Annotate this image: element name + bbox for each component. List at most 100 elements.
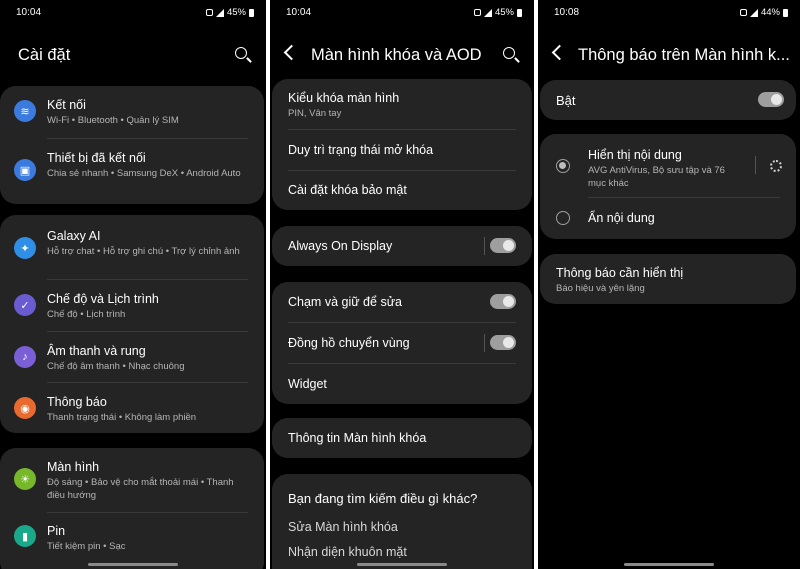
- keep-unlocked-item[interactable]: Duy trì trạng thái mở khóa: [272, 130, 532, 170]
- signal-icon: [749, 8, 758, 17]
- alarm-icon: [473, 9, 481, 16]
- home-indicator[interactable]: [357, 563, 447, 566]
- settings-item-connections[interactable]: ≋ Kết nối Wi-Fi • Bluetooth • Quản lý SI…: [0, 86, 264, 138]
- settings-item-label: Thông báo: [47, 395, 107, 409]
- widget-item[interactable]: Widget: [272, 364, 532, 404]
- settings-item-sub: Chia sẻ nhanh • Samsung DeX • Android Au…: [47, 168, 241, 179]
- status-time: 10:04: [16, 7, 42, 18]
- secure-lock-label: Cài đặt khóa bảo mật: [288, 183, 407, 197]
- show-content-option[interactable]: Hiển thị nội dung AVG AntiVirus, Bộ sưu …: [540, 134, 796, 196]
- devices-icon: ▣: [14, 159, 36, 181]
- sun-icon: ☀: [14, 468, 36, 490]
- lock-screen-settings-screen: 10:04 45% Màn hình khóa và AOD Kiểu khóa…: [270, 0, 534, 569]
- settings-item-label: Thiết bị đã kết nối: [47, 151, 146, 165]
- home-indicator[interactable]: [624, 563, 714, 566]
- settings-item-sound[interactable]: ♪ Âm thanh và rung Chế độ âm thanh • Nhạ…: [0, 332, 264, 382]
- settings-item-label: Âm thanh và rung: [47, 344, 146, 358]
- secure-lock-item[interactable]: Cài đặt khóa bảo mật: [272, 171, 532, 210]
- master-toggle[interactable]: [758, 92, 784, 107]
- hide-content-radio[interactable]: [556, 211, 570, 225]
- battery-icon: [783, 8, 788, 17]
- show-content-radio[interactable]: [556, 159, 570, 173]
- settings-item-sub: Wi-Fi • Bluetooth • Quản lý SIM: [47, 115, 179, 126]
- master-toggle-row[interactable]: Bật: [540, 80, 796, 120]
- alarm-icon: [205, 9, 213, 16]
- settings-item-sub: Thanh trạng thái • Không làm phiền: [47, 412, 197, 423]
- back-icon[interactable]: [283, 44, 300, 61]
- content-options-group: Hiển thị nội dung AVG AntiVirus, Bộ sưu …: [540, 134, 796, 239]
- settings-item-modes[interactable]: ✓ Chế độ và Lịch trình Chế độ • Lịch trì…: [0, 280, 264, 330]
- status-time: 10:04: [286, 7, 312, 18]
- settings-item-sub: Chế độ • Lịch trình: [47, 309, 126, 320]
- settings-group-features: ✦ Galaxy AI Hỗ trợ chat • Hỗ trợ ghi chú…: [0, 215, 264, 433]
- show-content-sub: AVG AntiVirus, Bộ sưu tập và 76 mục khác: [588, 165, 725, 189]
- settings-item-sub: Tiết kiệm pin • Sạc: [47, 541, 126, 552]
- aod-toggle[interactable]: [490, 238, 516, 253]
- settings-item-battery[interactable]: ▮ Pin Tiết kiệm pin • Sạc: [0, 513, 264, 563]
- check-circle-icon: ✓: [14, 294, 36, 316]
- search-icon[interactable]: [235, 47, 247, 59]
- settings-item-connected-devices[interactable]: ▣ Thiết bị đã kết nối Chia sẻ nhanh • Sa…: [0, 139, 264, 203]
- status-bar: 10:04 45%: [270, 6, 534, 20]
- tap-hold-toggle[interactable]: [490, 294, 516, 309]
- notif-to-show-item[interactable]: Thông báo cần hiển thị Báo hiệu và yên l…: [540, 254, 796, 304]
- settings-item-label: Galaxy AI: [47, 229, 101, 243]
- aod-label: Always On Display: [288, 239, 393, 253]
- lock-type-sub: PIN, Vân tay: [288, 108, 342, 119]
- lock-type-label: Kiểu khóa màn hình: [288, 91, 400, 105]
- battery-percent: 45%: [494, 7, 514, 18]
- hide-content-label: Ẩn nội dung: [588, 211, 655, 225]
- settings-item-label: Pin: [47, 524, 66, 538]
- back-icon[interactable]: [551, 44, 568, 61]
- settings-item-notifications[interactable]: ◉ Thông báo Thanh trạng thái • Không làm…: [0, 383, 264, 433]
- lock-info-label: Thông tin Màn hình khóa: [288, 431, 427, 445]
- on-label: Bật: [556, 93, 576, 108]
- settings-group-connections: ≋ Kết nối Wi-Fi • Bluetooth • Quản lý SI…: [0, 86, 264, 204]
- settings-item-label: Màn hình: [47, 460, 100, 474]
- settings-item-label: Chế độ và Lịch trình: [47, 292, 159, 306]
- aod-item[interactable]: Always On Display: [272, 226, 532, 266]
- home-indicator[interactable]: [88, 563, 178, 566]
- page-title: Thông báo trên Màn hình k...: [578, 46, 790, 64]
- settings-item-display[interactable]: ☀ Màn hình Độ sáng • Bảo vệ cho mắt thoả…: [0, 448, 264, 512]
- battery-percent: 45%: [226, 7, 246, 18]
- lock-notifications-screen: 10:08 44% Thông báo trên Màn hình k... B…: [538, 0, 800, 569]
- lock-group: Kiểu khóa màn hình PIN, Vân tay Duy trì …: [272, 79, 532, 210]
- keep-unlocked-label: Duy trì trạng thái mở khóa: [288, 143, 434, 157]
- lock-extras-group: Chạm và giữ để sửa Đồng hồ chuyển vùng W…: [272, 282, 532, 404]
- face-recognition-link[interactable]: Nhận diện khuôn mặt: [288, 545, 407, 559]
- battery-icon: [517, 8, 522, 17]
- settings-item-sub: Độ sáng • Bảo vệ cho mắt thoải mái • Tha…: [47, 477, 234, 501]
- settings-item-sub: Chế độ âm thanh • Nhạc chuông: [47, 361, 185, 372]
- notif-to-show-label: Thông báo cần hiển thị: [556, 266, 684, 280]
- lock-info-item[interactable]: Thông tin Màn hình khóa: [272, 418, 532, 458]
- status-time: 10:08: [554, 7, 580, 18]
- suggestions-heading: Bạn đang tìm kiếm điều gì khác?: [288, 491, 478, 506]
- hide-content-option[interactable]: Ẩn nội dung: [540, 198, 796, 238]
- roaming-clock-toggle[interactable]: [490, 335, 516, 350]
- page-title: Cài đặt: [18, 46, 71, 64]
- search-icon[interactable]: [503, 47, 515, 59]
- settings-item-label: Kết nối: [47, 98, 86, 112]
- edit-lock-link[interactable]: Sửa Màn hình khóa: [288, 520, 398, 534]
- roaming-clock-label: Đồng hồ chuyển vùng: [288, 336, 410, 350]
- suggestions-card: Bạn đang tìm kiếm điều gì khác? Sửa Màn …: [272, 474, 532, 569]
- battery-percent: 44%: [760, 7, 780, 18]
- page-title: Màn hình khóa và AOD: [311, 46, 482, 64]
- sparkle-icon: ✦: [14, 237, 36, 259]
- status-bar: 10:04 45%: [0, 6, 266, 20]
- tap-hold-item[interactable]: Chạm và giữ để sửa: [272, 282, 532, 322]
- signal-icon: [215, 8, 224, 17]
- gear-icon[interactable]: [770, 160, 782, 172]
- wifi-icon: ≋: [14, 100, 36, 122]
- alarm-icon: [739, 9, 747, 16]
- roaming-clock-item[interactable]: Đồng hồ chuyển vùng: [272, 323, 532, 363]
- settings-item-sub: Hỗ trợ chat • Hỗ trợ ghi chú • Trợ lý ch…: [47, 246, 240, 257]
- settings-screen: 10:04 45% Cài đặt ≋ Kết nối Wi-Fi • Blue…: [0, 0, 266, 569]
- tap-hold-label: Chạm và giữ để sửa: [288, 295, 403, 309]
- settings-item-galaxy-ai[interactable]: ✦ Galaxy AI Hỗ trợ chat • Hỗ trợ ghi chú…: [0, 215, 264, 279]
- notification-icon: ◉: [14, 397, 36, 419]
- status-bar: 10:08 44%: [538, 6, 800, 20]
- lock-type-item[interactable]: Kiểu khóa màn hình PIN, Vân tay: [272, 79, 532, 129]
- settings-group-display: ☀ Màn hình Độ sáng • Bảo vệ cho mắt thoả…: [0, 448, 264, 569]
